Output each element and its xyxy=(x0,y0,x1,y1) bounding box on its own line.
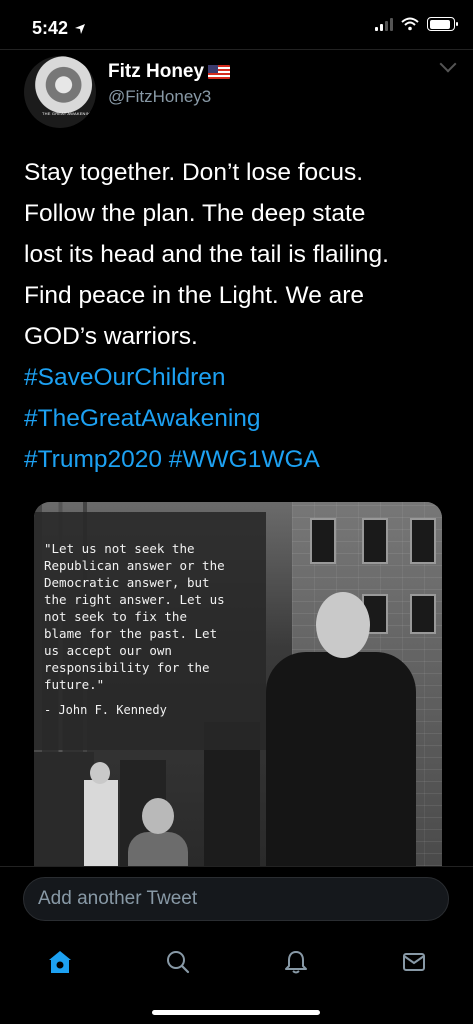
jfk-head xyxy=(316,592,370,658)
jfk-figure xyxy=(266,652,416,866)
status-icons xyxy=(375,17,458,31)
display-name-text: Fitz Honey xyxy=(108,61,205,82)
avatar-caption: THE GREAT AWAKENING xyxy=(42,111,94,116)
battery-icon xyxy=(427,17,458,31)
avatar[interactable]: THE GREAT AWAKENING xyxy=(24,56,96,128)
hashtag-line[interactable]: #Trump2020 #WWG1WGA xyxy=(24,439,454,480)
wifi-icon xyxy=(401,17,419,31)
display-name[interactable]: Fitz Honey xyxy=(108,61,231,83)
tab-messages[interactable] xyxy=(394,942,434,982)
crowd-head xyxy=(90,762,110,784)
tweet-text-line: lost its head and the tail is flailing. xyxy=(24,241,389,268)
crowd-figure xyxy=(84,780,118,866)
child-figure xyxy=(128,832,188,866)
hashtag-line[interactable]: #TheGreatAwakening xyxy=(24,398,454,439)
tweet-text-line: Find peace in the Light. We are xyxy=(24,282,365,309)
search-icon xyxy=(167,951,190,974)
quote-author: - John F. Kennedy xyxy=(44,703,167,717)
reply-bar: Add another Tweet xyxy=(0,866,473,932)
tab-search[interactable] xyxy=(158,942,198,982)
quote-overlay: "Let us not seek the Republican answer o… xyxy=(34,512,266,750)
chevron-down-icon[interactable] xyxy=(439,55,457,73)
tab-notifications[interactable] xyxy=(276,942,316,982)
cellular-signal-icon xyxy=(375,17,393,31)
tweet-text-line: GOD’s warriors. xyxy=(24,323,198,350)
add-tweet-placeholder: Add another Tweet xyxy=(38,888,198,909)
home-icon xyxy=(49,951,71,973)
status-time: 5:42 xyxy=(32,18,86,39)
location-icon xyxy=(75,23,86,34)
mail-icon xyxy=(403,953,425,971)
home-indicator[interactable] xyxy=(152,1010,320,1015)
tweet-text-line: Follow the plan. The deep state xyxy=(24,200,366,227)
quote-text: "Let us not seek the Republican answer o… xyxy=(44,541,225,692)
author-block[interactable]: Fitz Honey @FitzHoney3 xyxy=(108,61,231,107)
handle[interactable]: @FitzHoney3 xyxy=(108,87,230,107)
us-flag-icon xyxy=(208,65,231,79)
tweet-media[interactable]: "Let us not seek the Republican answer o… xyxy=(34,502,442,866)
tweet-text-line: Stay together. Don’t lose focus. xyxy=(24,159,364,186)
tab-home[interactable] xyxy=(40,942,80,982)
tweet-header: THE GREAT AWAKENING Fitz Honey @FitzHone… xyxy=(24,52,457,128)
time-label: 5:42 xyxy=(32,18,69,38)
child-head xyxy=(142,798,174,834)
bell-icon xyxy=(285,951,307,974)
status-bar: 5:42 xyxy=(0,0,473,50)
add-tweet-input[interactable]: Add another Tweet xyxy=(23,877,449,921)
hashtag-line[interactable]: #SaveOurChildren xyxy=(24,357,454,398)
tweet-body: Stay together. Don’t lose focus. Follow t… xyxy=(24,152,454,480)
